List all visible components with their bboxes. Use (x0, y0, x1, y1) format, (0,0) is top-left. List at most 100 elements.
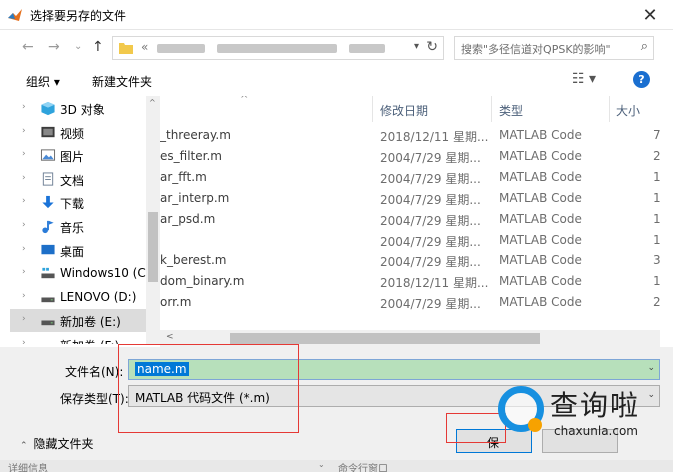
column-header-type[interactable]: 类型 (499, 102, 523, 119)
close-button[interactable]: ✕ (627, 0, 673, 30)
file-type: MATLAB Code (499, 295, 582, 310)
column-divider[interactable] (372, 96, 373, 122)
organize-menu[interactable]: 组织 ▾ (26, 73, 60, 90)
chevron-right-icon[interactable]: › (22, 267, 26, 277)
file-date: 2004/7/29 星期... (380, 150, 481, 165)
file-row[interactable]: dom_binary.m 2018/12/11 星期... MATLAB Code 1 (160, 271, 660, 291)
address-overflow-icon: « (141, 40, 149, 54)
file-date: 2004/7/29 星期... (380, 255, 481, 270)
help-icon[interactable]: ? (633, 71, 650, 88)
chevron-right-icon[interactable]: › (22, 338, 26, 344)
cube-icon (41, 101, 55, 116)
sidebar-item-label: 音乐 (60, 221, 85, 235)
file-size: 2 (653, 295, 660, 310)
chevron-right-icon[interactable]: › (22, 314, 26, 324)
file-size: 1 (653, 274, 660, 289)
file-name: ar_interp.m (160, 190, 230, 205)
chevron-right-icon[interactable]: › (22, 102, 26, 112)
navigation-bar: ← → ⌄ ↑ « ▾ ↻ 搜索"多径信道对QPSK的影响" ⌕ (0, 30, 673, 64)
pictures-icon (40, 149, 56, 161)
chevron-right-icon[interactable]: › (22, 291, 26, 301)
sidebar-item-label: 新加卷 (E:) (60, 315, 121, 330)
refresh-icon[interactable]: ↻ (426, 39, 438, 55)
column-headers: 修改日期 类型 大小 (160, 96, 660, 122)
file-row[interactable]: _threeray.m 2018/12/11 星期... MATLAB Code 7 (160, 125, 660, 145)
drive-icon (40, 337, 56, 344)
os-drive-icon (41, 268, 55, 279)
file-list: ^ 修改日期 类型 大小 _threeray.m 2018/12/11 星期...… (160, 96, 660, 330)
column-header-size[interactable]: 大小 (616, 102, 640, 119)
new-folder-button[interactable]: 新建文件夹 (92, 73, 152, 90)
search-input[interactable]: 搜索"多径信道对QPSK的影响" (461, 41, 611, 57)
chevron-right-icon[interactable]: › (22, 149, 26, 159)
sidebar-item-label: 下载 (60, 197, 85, 212)
column-header-date[interactable]: 修改日期 (380, 102, 428, 119)
chevron-right-icon[interactable]: › (22, 196, 26, 206)
file-row[interactable]: ar_fft.m 2004/7/29 星期... MATLAB Code 1 (160, 167, 660, 187)
back-button[interactable]: ← (22, 39, 34, 55)
scrollbar-thumb[interactable] (230, 333, 540, 344)
scroll-up-icon[interactable]: ^ (149, 98, 156, 107)
scroll-left-icon[interactable]: < (166, 332, 174, 342)
file-type: MATLAB Code (499, 148, 582, 163)
video-icon (41, 126, 55, 137)
close-icon: ✕ (642, 4, 658, 26)
file-row[interactable]: ar_interp.m 2004/7/29 星期... MATLAB Code 1 (160, 188, 660, 208)
address-segment-redacted (217, 44, 337, 53)
file-type: MATLAB Code (499, 169, 582, 184)
file-row[interactable]: 2004/7/29 星期... MATLAB Code 1 (160, 230, 660, 250)
file-name: _threeray.m (160, 128, 231, 142)
file-name: orr.m (160, 295, 192, 310)
scrollbar-thumb[interactable] (148, 212, 158, 282)
watermark-text: 查询啦 (550, 389, 641, 422)
file-type: MATLAB Code (499, 274, 582, 289)
sidebar-item[interactable]: › 文档 (10, 168, 146, 191)
sidebar-item[interactable]: › Windows10 (C: (10, 262, 150, 285)
view-options-icon[interactable]: ☷ ▾ (572, 71, 596, 87)
background-window-strip: 详细信息 ⌄ 命令行窗口 (0, 460, 673, 472)
sidebar-item[interactable]: › 3D 对象 (10, 97, 146, 120)
hide-folders-toggle[interactable]: ⌃ 隐藏文件夹 (20, 435, 94, 452)
search-box[interactable]: 搜索"多径信道对QPSK的影响" ⌕ (454, 36, 654, 60)
sidebar-item-label: 图片 (60, 150, 85, 165)
up-button[interactable]: ↑ (92, 39, 104, 55)
forward-button[interactable]: → (48, 39, 60, 55)
column-divider[interactable] (491, 96, 492, 122)
sidebar-item[interactable]: › 新加卷 (E:) (10, 309, 146, 333)
sidebar-item[interactable]: › 视频 (10, 121, 146, 144)
file-name: ar_fft.m (160, 169, 207, 184)
file-date: 2004/7/29 星期... (380, 234, 481, 249)
address-bar[interactable]: « ▾ ↻ (112, 36, 444, 60)
file-row[interactable]: ar_psd.m 2004/7/29 星期... MATLAB Code 1 (160, 209, 660, 229)
file-size: 1 (653, 211, 660, 226)
drive-icon (41, 320, 55, 326)
sidebar-item[interactable]: › 桌面 (10, 239, 146, 262)
drive-icon (41, 297, 55, 302)
chevron-right-icon[interactable]: › (22, 244, 26, 254)
column-divider[interactable] (609, 96, 610, 122)
file-type: MATLAB Code (499, 211, 582, 226)
chevron-down-icon[interactable]: ▾ (414, 41, 419, 52)
file-name: k_berest.m (160, 253, 227, 268)
nav-scrollbar[interactable]: ^ (146, 96, 160, 344)
file-row[interactable]: orr.m 2004/7/29 星期... MATLAB Code 2 (160, 292, 660, 312)
highlight-box (118, 344, 299, 433)
download-icon (42, 196, 54, 209)
watermark-dot-icon (528, 418, 542, 432)
address-segment-redacted (157, 44, 205, 53)
chevron-right-icon[interactable]: › (22, 220, 26, 230)
file-row[interactable]: es_filter.m 2004/7/29 星期... MATLAB Code 2 (160, 146, 660, 166)
chevron-down-icon[interactable]: ⌄ (647, 363, 655, 373)
title-bar: 选择要另存的文件 ✕ (0, 0, 673, 30)
file-row[interactable]: k_berest.m 2004/7/29 星期... MATLAB Code 3 (160, 250, 660, 270)
sidebar-item[interactable]: › 图片 (10, 144, 146, 167)
sidebar-item[interactable]: › LENOVO (D:) (10, 286, 146, 309)
sidebar-item[interactable]: › 音乐 (10, 215, 146, 238)
sidebar-item[interactable]: › 新加卷 (F:) (10, 333, 146, 344)
documents-icon (42, 172, 54, 186)
sidebar-item[interactable]: › 下载 (10, 191, 146, 214)
recent-locations-button[interactable]: ⌄ (74, 41, 82, 52)
command-toolbar: 组织 ▾ 新建文件夹 ☷ ▾ ? (0, 64, 673, 96)
chevron-right-icon[interactable]: › (22, 173, 26, 183)
chevron-right-icon[interactable]: › (22, 126, 26, 136)
